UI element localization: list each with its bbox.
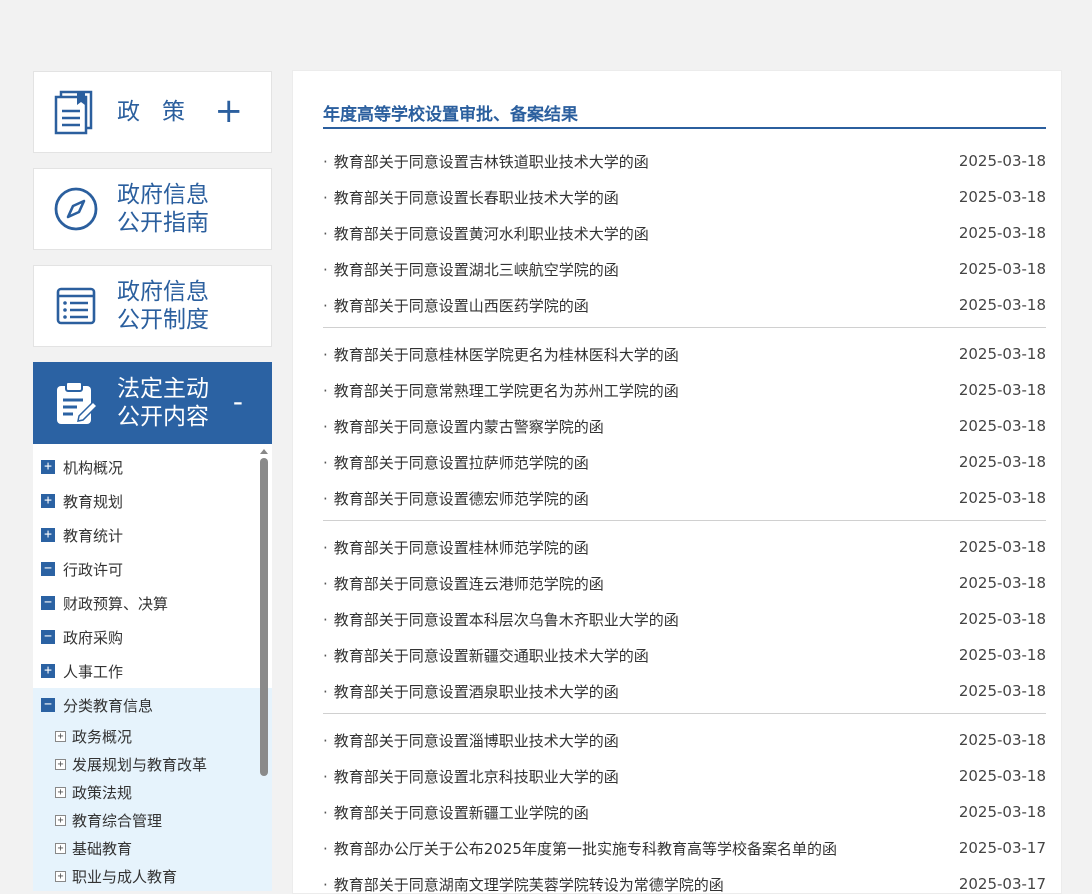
disclosure-system-card[interactable]: 政府信息 公开制度 (33, 265, 272, 347)
section-title: 年度高等学校设置审批、备案结果 (323, 105, 1046, 129)
disclosure-guide-title-line2: 公开指南 (117, 210, 209, 236)
expand-icon[interactable]: + (55, 870, 66, 882)
disclosure-system-title-line1: 政府信息 (117, 279, 209, 305)
list-item[interactable]: 教育部关于同意设置吉林铁道职业技术大学的函2025-03-18 (323, 143, 1046, 179)
subtree: + 政务概况 + 发展规划与教育改革 + 政策法规 + 教育综合管理 + 基础教育 + 职业… (33, 722, 272, 891)
subtree-item[interactable]: + 政策法规 (33, 778, 272, 806)
tree-scrollbar[interactable] (259, 446, 269, 889)
tree-item[interactable]: + 教育统计 (33, 518, 272, 552)
book-icon (53, 89, 99, 135)
mandatory-disclosure-title-line1: 法定主动 (117, 376, 209, 402)
policy-card-title: 政策 (117, 99, 207, 125)
expand-icon[interactable]: + (55, 758, 66, 770)
disclosure-system-title-line2: 公开制度 (117, 307, 209, 333)
expand-icon[interactable]: + (41, 664, 55, 678)
collapse-icon[interactable]: − (41, 562, 55, 576)
expand-icon[interactable]: + (41, 528, 55, 542)
list-item[interactable]: 教育部关于同意常熟理工学院更名为苏州工学院的函2025-03-18 (323, 372, 1046, 408)
tree-item[interactable]: − 政府采购 (33, 620, 272, 654)
document-list: 教育部关于同意设置吉林铁道职业技术大学的函2025-03-18 教育部关于同意设… (323, 143, 1046, 894)
list-item[interactable]: 教育部关于同意设置山西医药学院的函2025-03-18 (323, 287, 1046, 323)
list-item[interactable]: 教育部关于同意设置长春职业技术大学的函2025-03-18 (323, 179, 1046, 215)
list-item[interactable]: 教育部关于同意设置黄河水利职业技术大学的函2025-03-18 (323, 215, 1046, 251)
clipboard-edit-icon (53, 380, 99, 426)
list-item[interactable]: 教育部关于同意设置桂林师范学院的函2025-03-18 (323, 529, 1046, 565)
scroll-up-arrow-icon[interactable] (260, 449, 268, 454)
list-item[interactable]: 教育部关于同意湖南文理学院芙蓉学院转设为常德学院的函2025-03-17 (323, 866, 1046, 894)
list-item[interactable]: 教育部关于同意设置新疆交通职业技术大学的函2025-03-18 (323, 637, 1046, 673)
tree-item[interactable]: − 财政预算、决算 (33, 586, 272, 620)
expand-icon[interactable]: + (55, 842, 66, 854)
disclosure-guide-title-line1: 政府信息 (117, 182, 209, 208)
list-item[interactable]: 教育部关于同意桂林医学院更名为桂林医科大学的函2025-03-18 (323, 336, 1046, 372)
main-content: 年度高等学校设置审批、备案结果 教育部关于同意设置吉林铁道职业技术大学的函202… (292, 70, 1062, 894)
scroll-thumb[interactable] (260, 458, 268, 776)
list-item[interactable]: 教育部办公厅关于公布2025年度第一批实施专科教育高等学校备案名单的函2025-… (323, 830, 1046, 866)
tree-item[interactable]: − 行政许可 (33, 552, 272, 586)
group-divider (323, 327, 1046, 336)
collapse-icon[interactable]: − (41, 698, 55, 712)
expand-icon[interactable]: + (215, 93, 244, 129)
left-sidebar: 政策 + 政府信息 公开指南 政府信息 公开制度 法定主动 公开内容 - + 机… (33, 71, 272, 891)
collapse-icon[interactable]: − (41, 630, 55, 644)
subtree-item[interactable]: + 政务概况 (33, 722, 272, 750)
expand-icon[interactable]: + (41, 460, 55, 474)
expand-icon[interactable]: + (55, 814, 66, 826)
list-item[interactable]: 教育部关于同意设置新疆工业学院的函2025-03-18 (323, 794, 1046, 830)
collapse-icon[interactable]: − (41, 596, 55, 610)
list-item[interactable]: 教育部关于同意设置淄博职业技术大学的函2025-03-18 (323, 722, 1046, 758)
list-item[interactable]: 教育部关于同意设置连云港师范学院的函2025-03-18 (323, 565, 1046, 601)
group-divider (323, 713, 1046, 722)
category-tree: + 机构概况 + 教育规划 + 教育统计 − 行政许可 − 财政预算、决算 − 政府采购 +… (33, 444, 272, 891)
mandatory-disclosure-title-line2: 公开内容 (117, 404, 209, 430)
tree-item[interactable]: + 机构概况 (33, 450, 272, 484)
subtree-item[interactable]: + 发展规划与教育改革 (33, 750, 272, 778)
tree-item-active[interactable]: − 分类教育信息 (33, 688, 272, 722)
expand-icon[interactable]: + (55, 786, 66, 798)
group-divider (323, 520, 1046, 529)
tree-item[interactable]: + 人事工作 (33, 654, 272, 688)
list-item[interactable]: 教育部关于同意设置酒泉职业技术大学的函2025-03-18 (323, 673, 1046, 709)
list-item[interactable]: 教育部关于同意设置北京科技职业大学的函2025-03-18 (323, 758, 1046, 794)
subtree-item[interactable]: + 教育综合管理 (33, 806, 272, 834)
list-item[interactable]: 教育部关于同意设置湖北三峡航空学院的函2025-03-18 (323, 251, 1046, 287)
subtree-item[interactable]: + 基础教育 (33, 834, 272, 862)
list-item[interactable]: 教育部关于同意设置内蒙古警察学院的函2025-03-18 (323, 408, 1046, 444)
collapse-icon[interactable]: - (233, 385, 243, 419)
document-list-icon (53, 283, 99, 329)
mandatory-disclosure-card[interactable]: 法定主动 公开内容 - (33, 362, 272, 444)
list-item[interactable]: 教育部关于同意设置拉萨师范学院的函2025-03-18 (323, 444, 1046, 480)
list-item[interactable]: 教育部关于同意设置本科层次乌鲁木齐职业大学的函2025-03-18 (323, 601, 1046, 637)
compass-icon (53, 186, 99, 232)
expand-icon[interactable]: + (55, 730, 66, 742)
tree-item[interactable]: + 教育规划 (33, 484, 272, 518)
list-item[interactable]: 教育部关于同意设置德宏师范学院的函2025-03-18 (323, 480, 1046, 516)
disclosure-guide-card[interactable]: 政府信息 公开指南 (33, 168, 272, 250)
expand-icon[interactable]: + (41, 494, 55, 508)
policy-card[interactable]: 政策 + (33, 71, 272, 153)
subtree-item[interactable]: + 职业与成人教育 (33, 862, 272, 890)
